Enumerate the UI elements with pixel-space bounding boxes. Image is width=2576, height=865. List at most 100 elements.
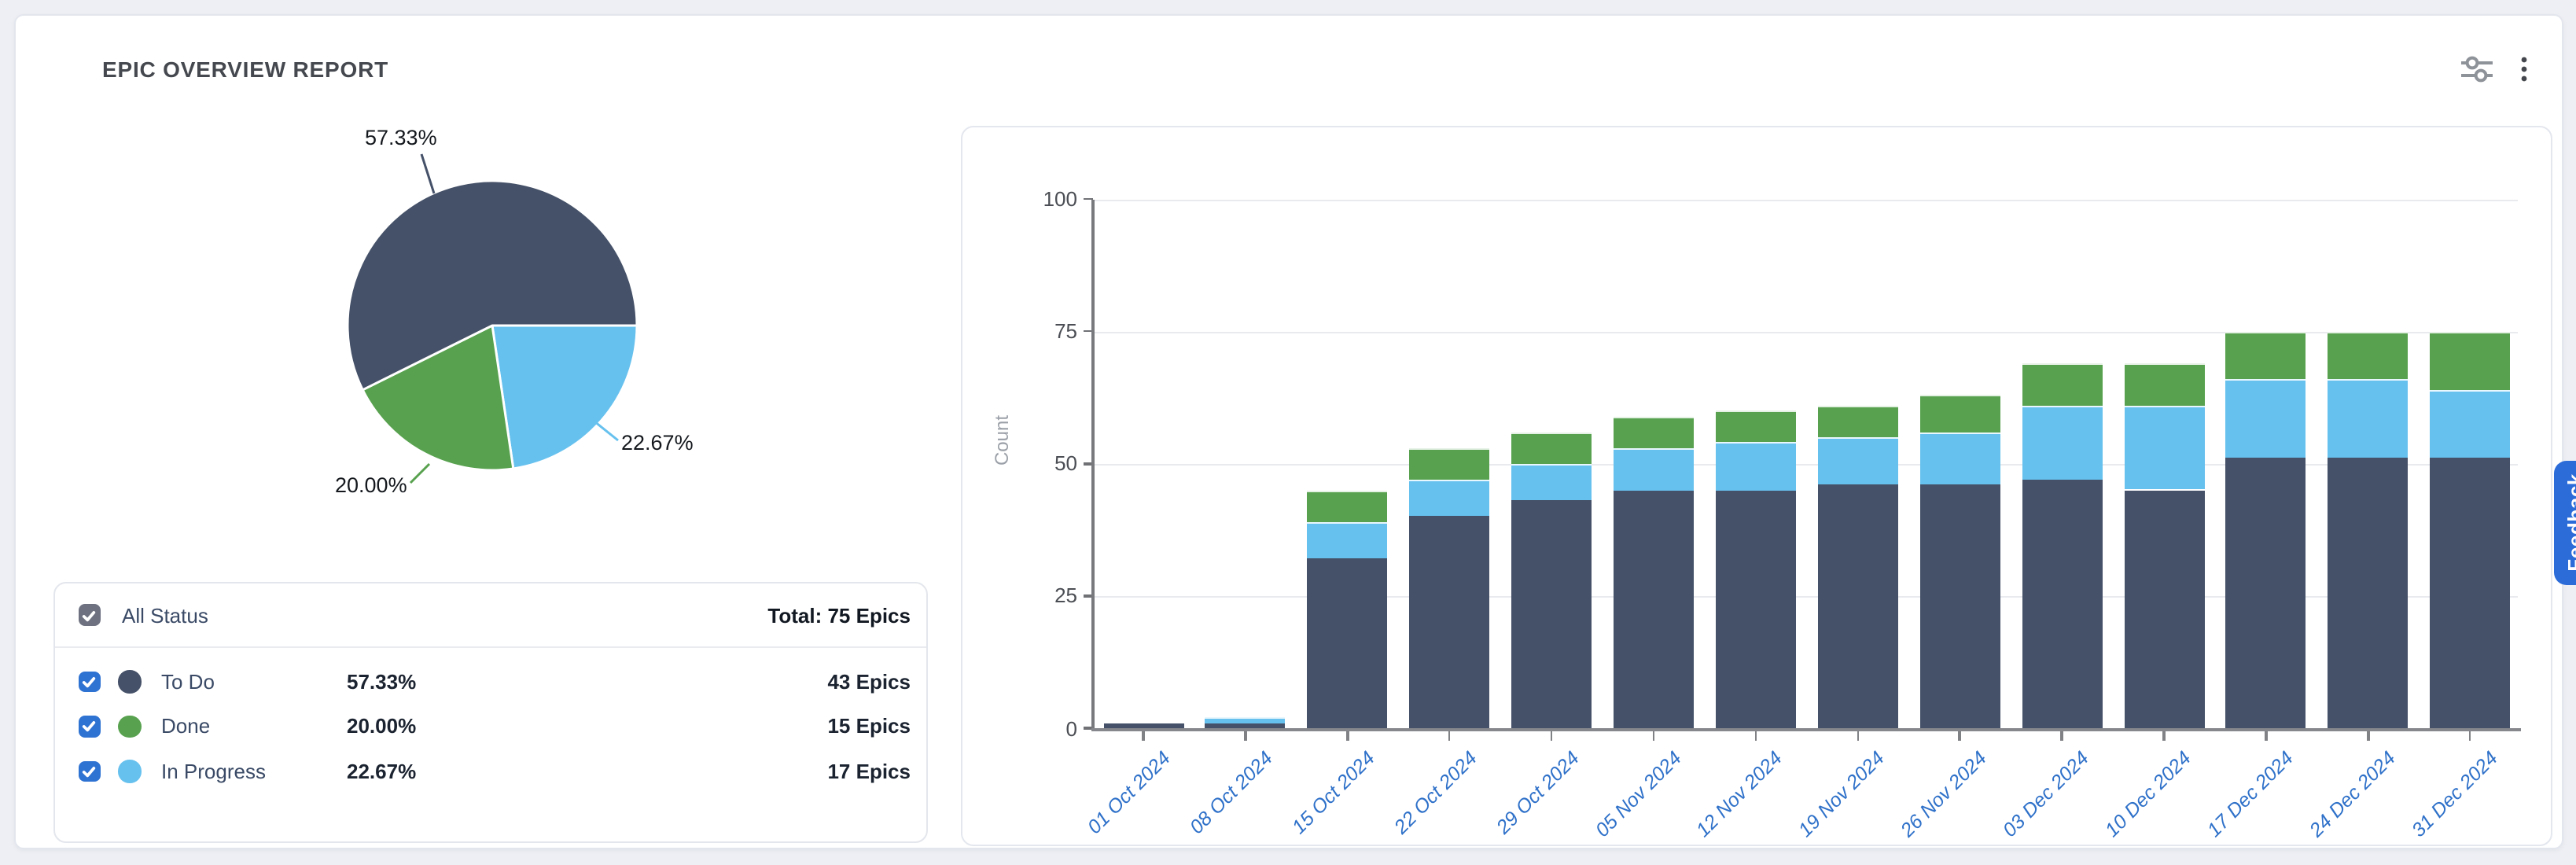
bar-segment-done[interactable]	[2430, 331, 2510, 389]
bar-segment-done[interactable]	[1818, 405, 1898, 436]
bar-segment-in-progress[interactable]	[2328, 379, 2409, 458]
bar-segment-in-progress[interactable]	[2226, 379, 2306, 458]
legend-row-in-progress: In Progress 22.67% 17 Epics	[55, 749, 926, 793]
bar-segment-to-do[interactable]	[1716, 490, 1796, 728]
y-axis-label: 75	[962, 319, 1077, 343]
x-axis-label: 03 Dec 2024	[1975, 747, 2093, 865]
bar-segment-done[interactable]	[1614, 416, 1694, 447]
y-axis-line	[1091, 199, 1094, 731]
y-axis-label: 25	[962, 584, 1077, 608]
in-progress-count: 17 Epics	[827, 760, 911, 783]
bar-segment-done[interactable]	[2328, 331, 2409, 379]
legend-row-to-do: To Do 57.33% 43 Epics	[55, 659, 926, 704]
pie-leader-line	[594, 421, 618, 440]
x-axis-label: 26 Nov 2024	[1873, 747, 1991, 865]
bar-segment-done[interactable]	[1511, 432, 1592, 463]
x-axis-tick	[2061, 731, 2063, 740]
filter-sliders-icon[interactable]	[2456, 50, 2497, 88]
x-axis-label: 29 Oct 2024	[1465, 747, 1583, 865]
bar-segment-to-do[interactable]	[1919, 484, 2000, 728]
x-axis-tick	[1754, 731, 1757, 740]
done-checkbox[interactable]	[79, 716, 100, 737]
bar-segment-to-do[interactable]	[1409, 517, 1489, 728]
bar-segment-done[interactable]	[1409, 447, 1489, 479]
x-axis-label: 12 Nov 2024	[1669, 747, 1787, 865]
feedback-label: Feedback	[2563, 474, 2576, 572]
bar-segment-in-progress[interactable]	[1818, 437, 1898, 485]
x-axis-tick	[2367, 731, 2369, 740]
x-axis-tick	[1143, 731, 1145, 740]
bar-segment-to-do[interactable]	[2124, 490, 2204, 728]
y-axis-label: 50	[962, 452, 1077, 476]
bar-segment-in-progress[interactable]	[2124, 405, 2204, 490]
bar-segment-to-do[interactable]	[1308, 559, 1388, 728]
bar-segment-in-progress[interactable]	[1614, 447, 1694, 490]
bar-segment-in-progress[interactable]	[1511, 464, 1592, 501]
bar-segment-done[interactable]	[1716, 410, 1796, 442]
total-epics: Total: 75 Epics	[767, 603, 911, 627]
x-axis-tick	[1448, 731, 1451, 740]
bar-segment-to-do[interactable]	[1205, 723, 1286, 728]
to-do-percent: 57.33%	[347, 670, 496, 694]
to-do-checkbox[interactable]	[79, 671, 100, 692]
bar-segment-in-progress[interactable]	[2430, 389, 2510, 458]
x-axis-tick	[1857, 731, 1859, 740]
x-axis-tick	[1653, 731, 1655, 740]
bar-segment-to-do[interactable]	[1511, 501, 1592, 728]
bar-segment-in-progress[interactable]	[1716, 443, 1796, 491]
bar-segment-in-progress[interactable]	[1409, 480, 1489, 517]
epics-over-time-chart-card: 0255075100Count01 Oct 202408 Oct 202415 …	[961, 126, 2552, 846]
kebab-menu-icon[interactable]	[2510, 50, 2538, 88]
bar-segment-done[interactable]	[2022, 363, 2102, 406]
page: EPIC OVERVIEW REPORT 57.33% 20.00% 22.67…	[0, 0, 2576, 863]
x-axis-tick	[1346, 731, 1349, 740]
bar-segment-to-do[interactable]	[2430, 458, 2510, 728]
y-gridline	[1092, 199, 2518, 201]
x-axis-label: 19 Nov 2024	[1771, 747, 1889, 865]
done-percent: 20.00%	[347, 715, 496, 738]
in-progress-color-dot	[118, 760, 141, 782]
to-do-color-dot	[118, 670, 141, 693]
x-axis-label: 10 Dec 2024	[2077, 747, 2195, 865]
bar-segment-to-do[interactable]	[1818, 484, 1898, 728]
bar-segment-done[interactable]	[2226, 331, 2306, 379]
bar-segment-done[interactable]	[2124, 363, 2204, 406]
bar-segment-to-do[interactable]	[2226, 458, 2306, 728]
done-color-dot	[118, 715, 141, 738]
status-legend-card: All Status Total: 75 Epics To Do 57.33% …	[53, 582, 928, 843]
bar-segment-in-progress[interactable]	[2022, 405, 2102, 479]
pie-leader-line	[410, 464, 429, 483]
x-axis-tick	[2163, 731, 2166, 740]
bar-segment-in-progress[interactable]	[1919, 432, 2000, 484]
bar-segment-to-do[interactable]	[2022, 480, 2102, 728]
x-axis-tick	[1959, 731, 1961, 740]
all-status-label: All Status	[122, 603, 208, 627]
in-progress-percent: 22.67%	[347, 760, 496, 783]
all-status-checkbox[interactable]	[79, 605, 100, 626]
bar-segment-done[interactable]	[1919, 395, 2000, 432]
x-axis-label: 08 Oct 2024	[1159, 747, 1277, 865]
x-axis-label: 05 Nov 2024	[1567, 747, 1685, 865]
pie-slice-in-progress[interactable]	[492, 326, 637, 469]
bar-segment-to-do[interactable]	[1103, 723, 1183, 728]
pie-leader-line	[421, 154, 434, 193]
bar-segment-to-do[interactable]	[2328, 458, 2409, 728]
x-axis-label: 15 Oct 2024	[1260, 747, 1378, 865]
bar-segment-done[interactable]	[1308, 490, 1388, 521]
bar-segment-in-progress[interactable]	[1205, 718, 1286, 723]
epic-overview-report-card: EPIC OVERVIEW REPORT 57.33% 20.00% 22.67…	[14, 14, 2563, 849]
in-progress-checkbox[interactable]	[79, 760, 100, 782]
bar-segment-to-do[interactable]	[1614, 490, 1694, 728]
x-axis-label: 17 Dec 2024	[2180, 747, 2298, 865]
y-axis-title: Count	[991, 366, 1013, 514]
pie-label-in-progress: 22.67%	[621, 431, 694, 455]
bar-segment-in-progress[interactable]	[1308, 522, 1388, 559]
legend-row-done: Done 20.00% 15 Epics	[55, 704, 926, 749]
to-do-count: 43 Epics	[827, 670, 911, 694]
status-pie-chart: 57.33% 20.00% 22.67%	[252, 63, 912, 566]
in-progress-label: In Progress	[161, 760, 347, 783]
x-axis-line	[1091, 728, 2520, 731]
feedback-button[interactable]: Feedback	[2554, 461, 2576, 585]
done-count: 15 Epics	[827, 715, 911, 738]
x-axis-label: 24 Dec 2024	[2281, 747, 2399, 865]
